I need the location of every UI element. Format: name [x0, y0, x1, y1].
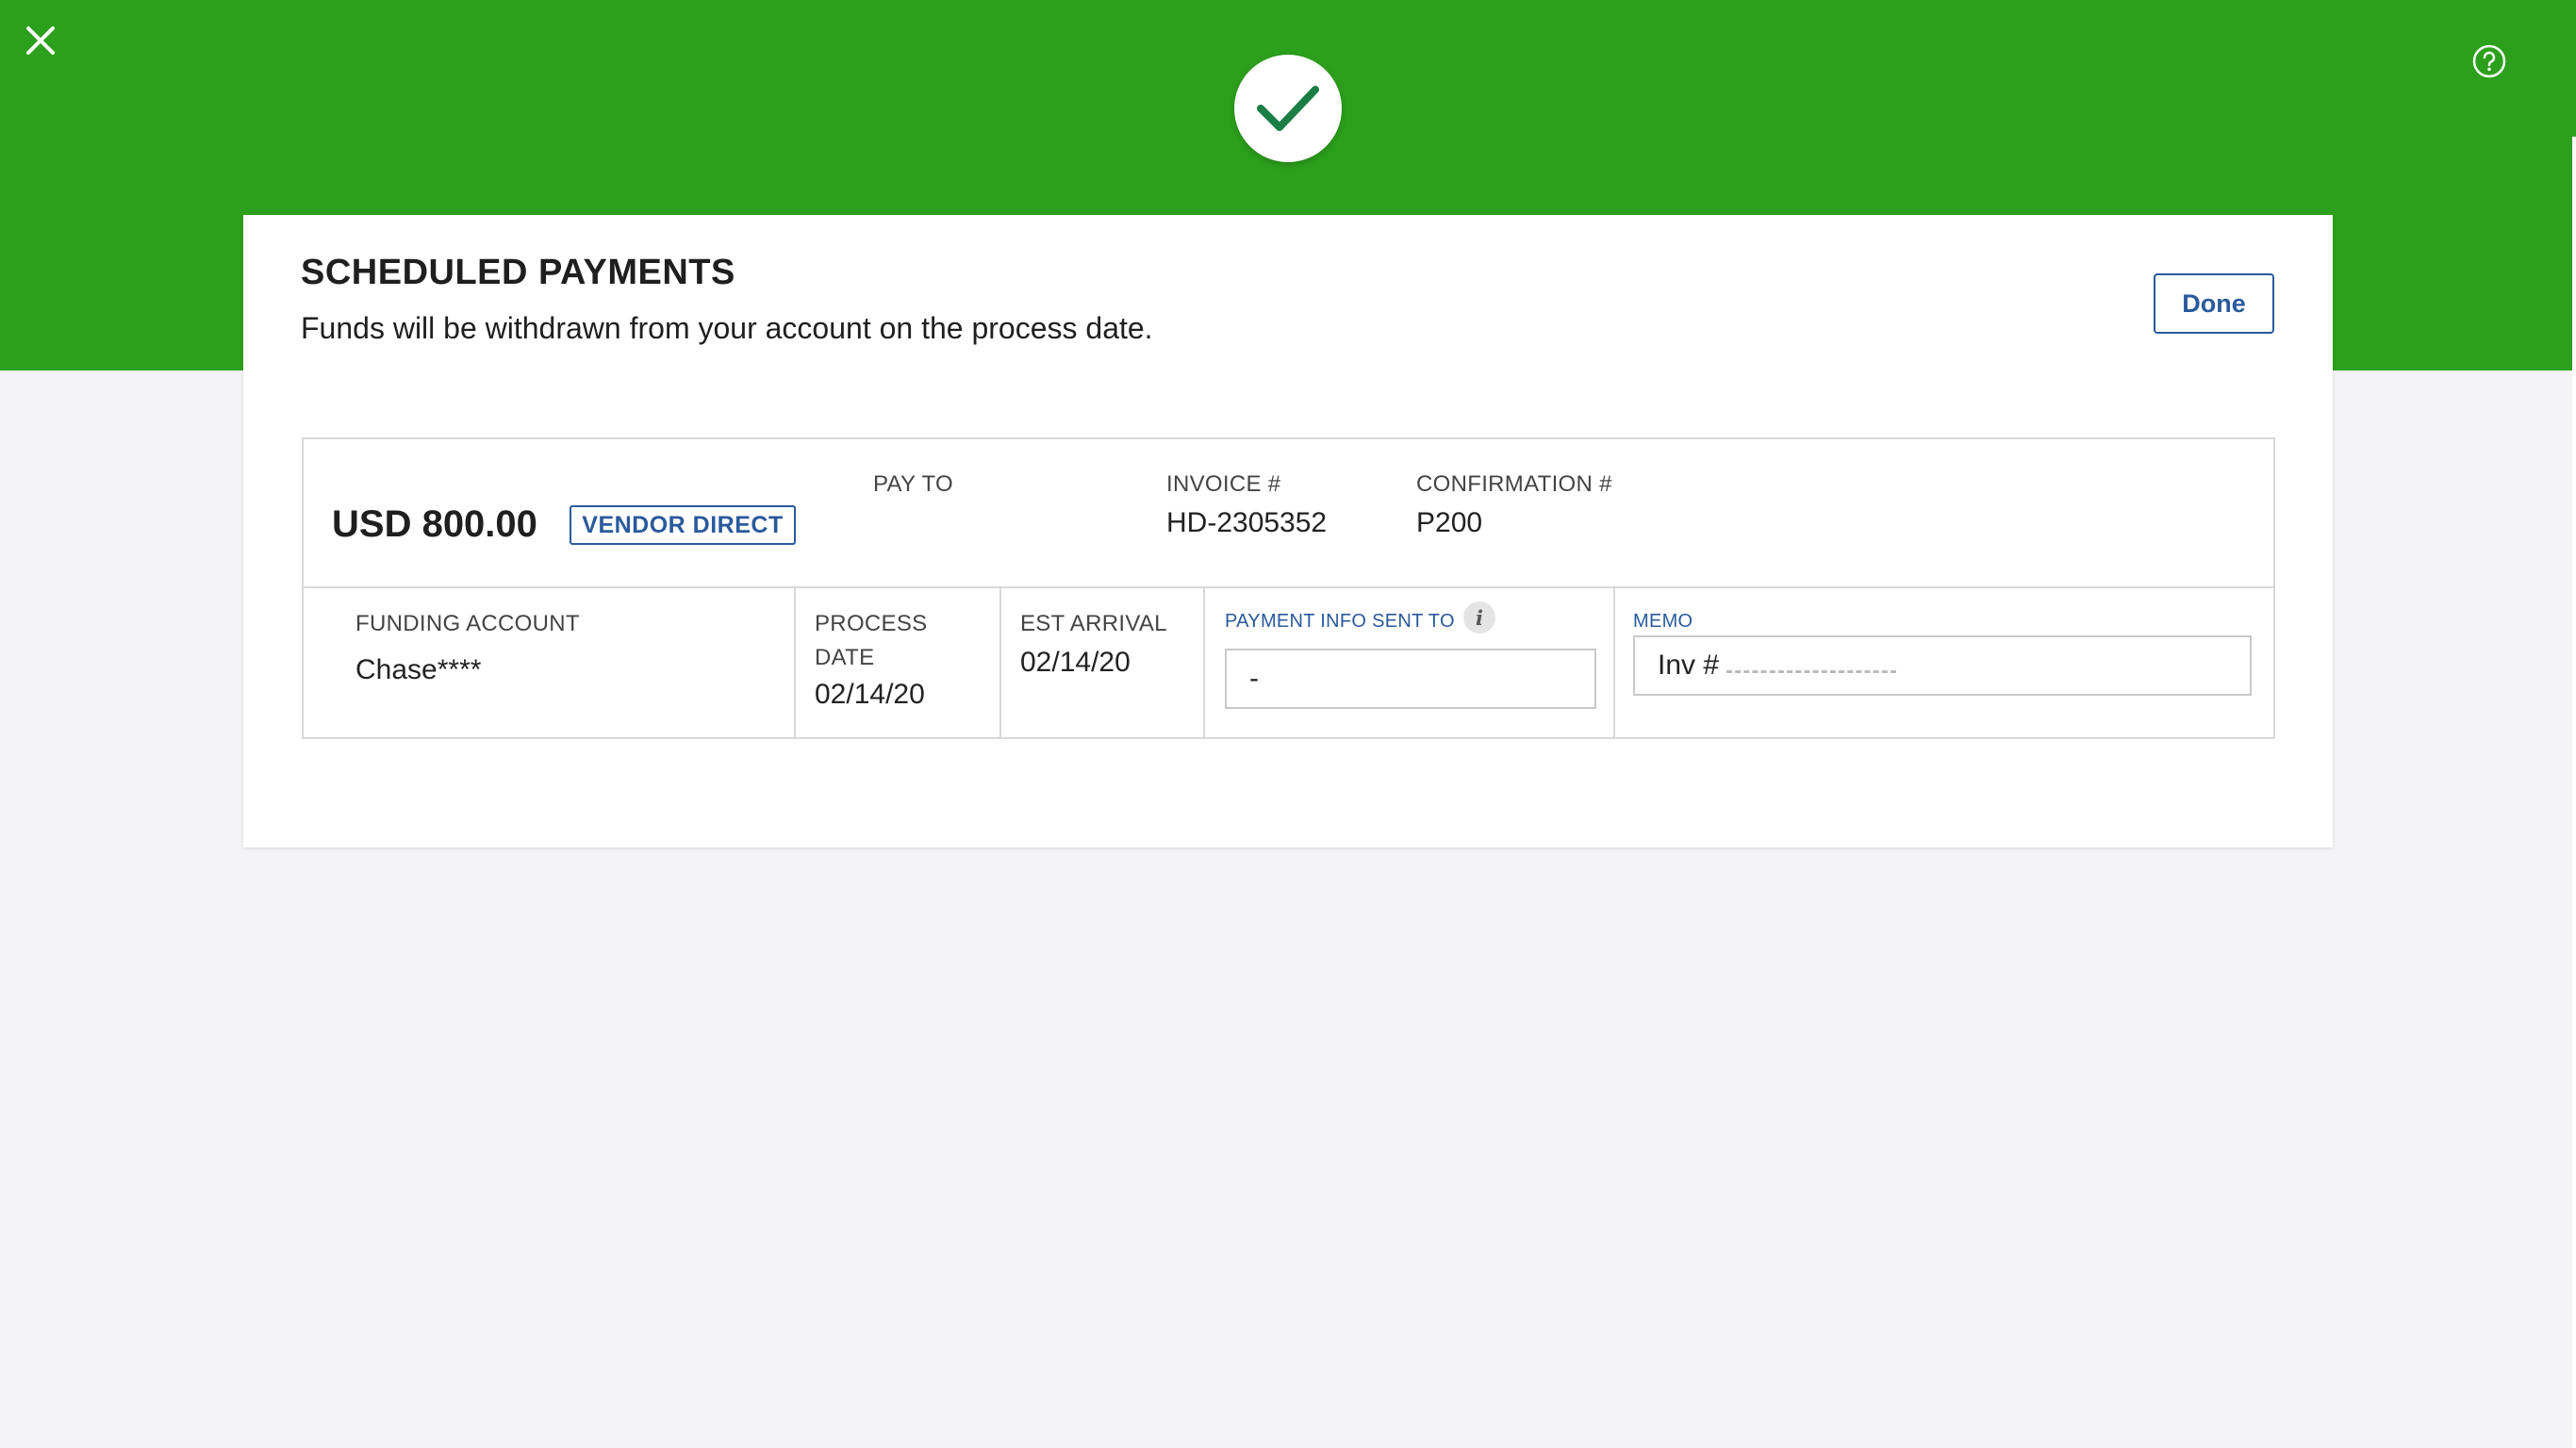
- process-date-value: 02/14/20: [815, 679, 925, 710]
- confirmation-value: P200: [1416, 507, 1483, 538]
- payment-amount: USD 800.00: [332, 503, 537, 545]
- success-badge: [1234, 55, 1342, 162]
- column-divider: [1613, 588, 1615, 737]
- help-icon: [2472, 44, 2506, 78]
- payment-info-sent-to-value: -: [1249, 663, 1259, 694]
- info-icon[interactable]: i: [1463, 601, 1495, 634]
- est-arrival-value: 02/14/20: [1020, 647, 1131, 678]
- done-button[interactable]: Done: [2154, 273, 2274, 334]
- funding-account-value: Chase****: [355, 654, 482, 685]
- close-icon: [26, 26, 55, 55]
- invoice-value: HD-2305352: [1166, 507, 1328, 538]
- vendor-direct-badge: VENDOR DIRECT: [570, 505, 796, 545]
- memo-value: Inv #: [1658, 650, 1720, 681]
- scrollbar-track[interactable]: [2572, 137, 2576, 1448]
- page-title: SCHEDULED PAYMENTS: [301, 253, 735, 292]
- payment-details-row: FUNDING ACCOUNT Chase**** PROCESS DATE 0…: [304, 588, 2273, 737]
- help-button[interactable]: [2471, 43, 2507, 79]
- pay-to-label: PAY TO: [873, 471, 953, 497]
- scheduled-payments-card: SCHEDULED PAYMENTS Funds will be withdra…: [243, 215, 2333, 847]
- column-divider: [794, 588, 796, 737]
- confirmation-label: CONFIRMATION #: [1416, 471, 1612, 497]
- funding-account-label: FUNDING ACCOUNT: [355, 611, 580, 636]
- redacted-text: [1726, 669, 1897, 673]
- payment-summary: USD 800.00 VENDOR DIRECT PAY TO INVOICE …: [302, 437, 2275, 739]
- column-divider: [999, 588, 1001, 737]
- column-divider: [1203, 588, 1205, 737]
- invoice-label: INVOICE #: [1166, 471, 1281, 497]
- checkmark-icon: [1257, 86, 1319, 131]
- est-arrival-label: EST ARRIVAL: [1020, 611, 1167, 636]
- memo-field[interactable]: Inv #: [1633, 635, 2252, 696]
- payment-info-sent-to-field[interactable]: -: [1225, 649, 1596, 709]
- page-subtitle: Funds will be withdrawn from your accoun…: [301, 311, 1153, 345]
- memo-label: MEMO: [1633, 611, 1693, 632]
- payment-info-sent-to-label: PAYMENT INFO SENT TO: [1225, 611, 1455, 632]
- payment-header-row: USD 800.00 VENDOR DIRECT PAY TO INVOICE …: [304, 439, 2273, 588]
- close-button[interactable]: [21, 21, 60, 60]
- process-date-label-line1: PROCESS: [815, 611, 928, 636]
- process-date-label-line2: DATE: [815, 645, 875, 670]
